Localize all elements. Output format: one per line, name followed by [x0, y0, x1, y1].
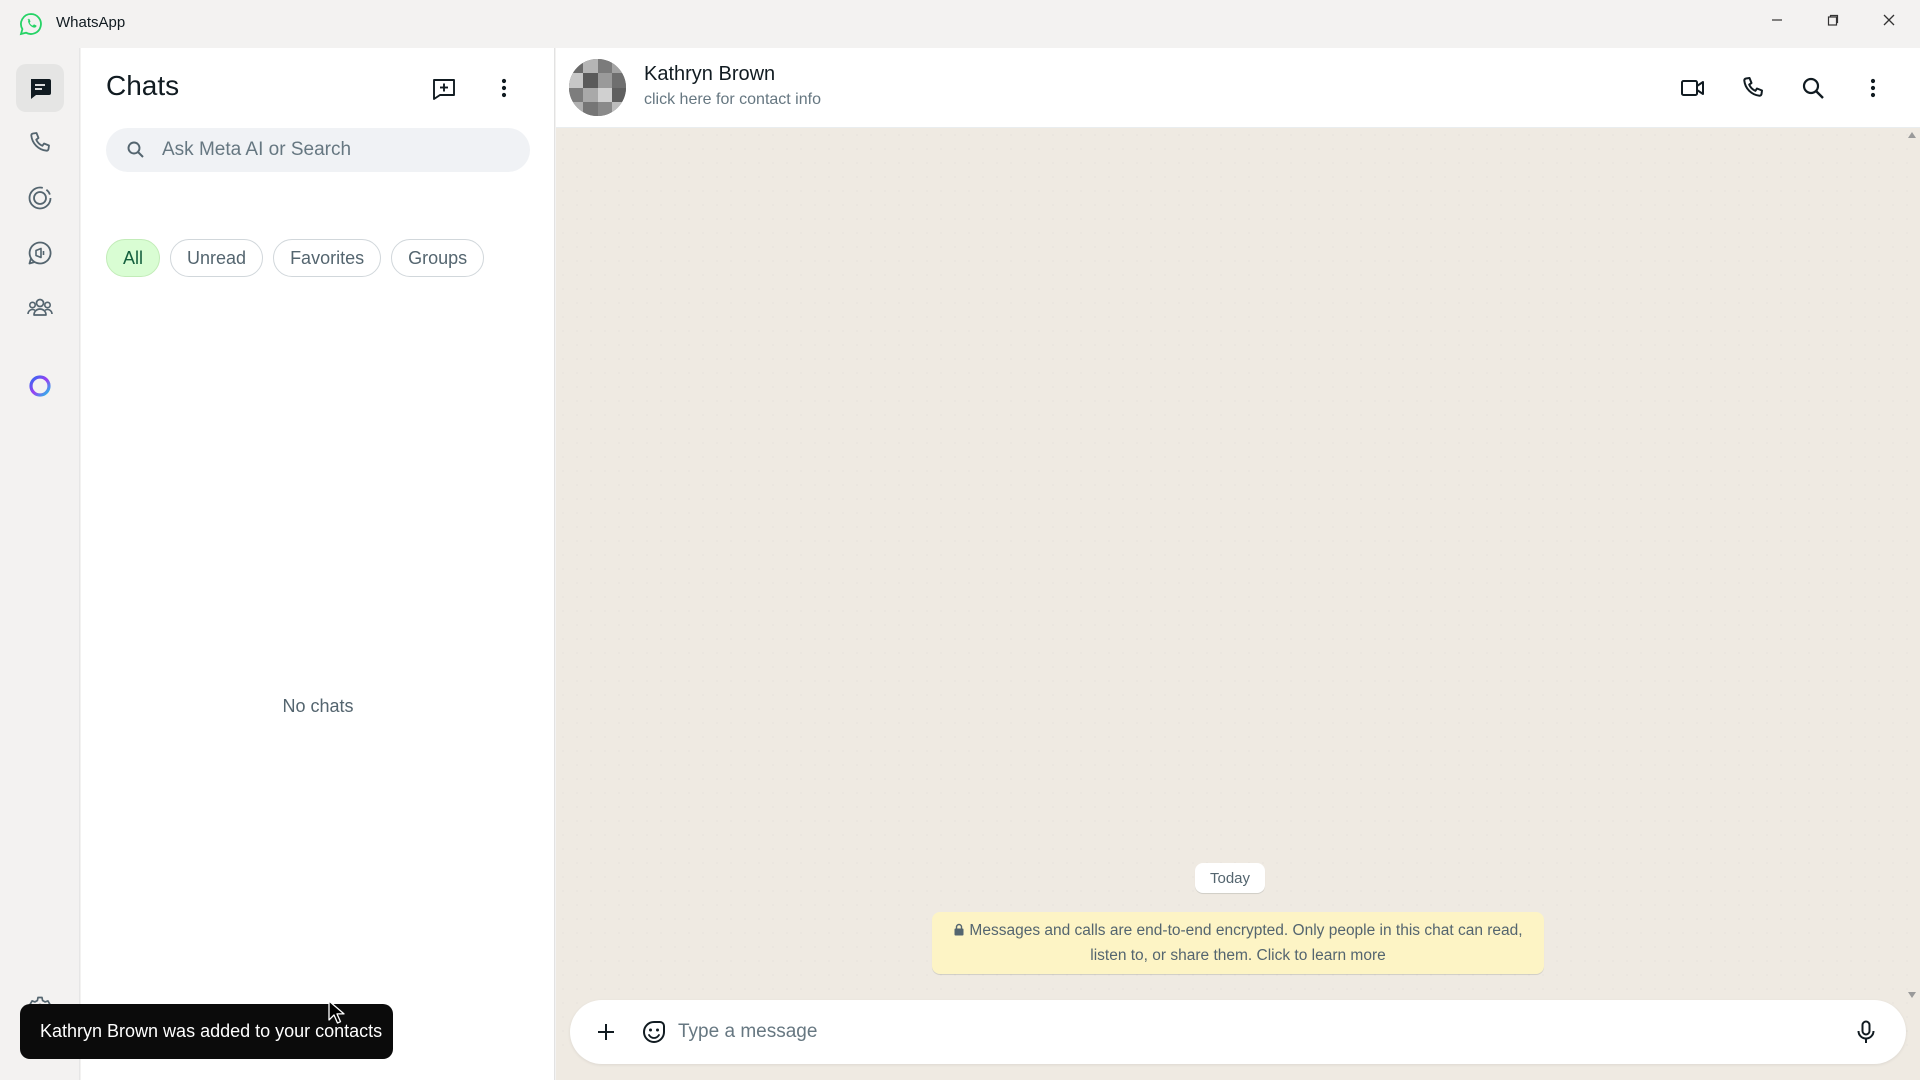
contact-info-link[interactable]: click here for contact info	[644, 91, 821, 109]
video-camera-icon	[1681, 80, 1704, 96]
contact-name[interactable]: Kathryn Brown	[644, 63, 775, 86]
plus-icon	[598, 1024, 614, 1040]
search-input[interactable]	[162, 128, 512, 172]
empty-state-text: No chats	[282, 696, 354, 716]
voice-message-button[interactable]	[1846, 1012, 1886, 1052]
voice-call-button[interactable]	[1733, 68, 1773, 108]
navigation-rail	[0, 48, 80, 1080]
rail-meta-ai-button[interactable]	[16, 362, 64, 410]
new-chat-icon	[433, 79, 455, 100]
search-icon	[1802, 77, 1824, 99]
restore-button[interactable]	[1805, 0, 1861, 40]
avatar[interactable]	[569, 59, 626, 116]
scroll-down-arrow[interactable]	[1908, 992, 1916, 998]
message-input[interactable]	[678, 1000, 1818, 1064]
lock-icon	[954, 923, 964, 936]
phone-icon	[1743, 77, 1763, 97]
rail-chats-button[interactable]	[16, 64, 64, 112]
title-bar: WhatsApp	[0, 0, 1920, 48]
close-icon	[1883, 14, 1895, 26]
sticker-button[interactable]	[634, 1012, 674, 1052]
app-title: WhatsApp	[56, 14, 126, 31]
rail-communities-button[interactable]	[16, 284, 64, 332]
sticker-icon	[643, 1021, 665, 1043]
rail-channels-button[interactable]	[16, 229, 64, 277]
attach-button[interactable]	[586, 1012, 626, 1052]
search-in-chat-button[interactable]	[1793, 68, 1833, 108]
filter-chip-unread[interactable]: Unread	[170, 239, 264, 277]
minimize-icon	[1772, 19, 1782, 21]
rail-calls-button[interactable]	[16, 119, 64, 167]
filter-chip-favorites[interactable]: Favorites	[273, 239, 382, 277]
microphone-icon	[1857, 1020, 1875, 1043]
close-button[interactable]	[1861, 0, 1917, 40]
search-icon	[127, 141, 144, 158]
filter-chip-groups[interactable]: Groups	[391, 239, 485, 277]
encryption-notice-line1: Messages and calls are end-to-end encryp…	[969, 922, 1523, 939]
meta-ai-icon	[29, 375, 51, 397]
video-call-button[interactable]	[1673, 68, 1713, 108]
whatsapp-logo-icon	[19, 13, 42, 36]
search-box[interactable]	[106, 128, 530, 172]
channels-icon	[28, 241, 52, 265]
conversation-panel: Kathryn Brown click here for contact inf…	[556, 48, 1920, 1080]
filter-chips: All Unread Favorites Groups	[106, 239, 485, 277]
mouse-cursor-icon	[328, 1000, 345, 1024]
phone-icon	[30, 132, 50, 152]
chat-icon	[31, 79, 51, 99]
minimize-button[interactable]	[1749, 0, 1805, 40]
status-icon	[28, 186, 52, 210]
chat-wallpaper	[556, 128, 1920, 1048]
avatar-image	[569, 59, 626, 116]
conversation-header[interactable]: Kathryn Brown click here for contact inf…	[556, 48, 1920, 128]
communities-icon	[27, 298, 53, 316]
restore-icon	[1827, 14, 1839, 26]
filter-chip-all[interactable]: All	[106, 239, 161, 277]
encryption-notice-line2: listen to, or share them. Click to learn…	[1090, 947, 1386, 964]
encryption-notice[interactable]: Messages and calls are end-to-end encryp…	[932, 912, 1544, 974]
conversation-menu-button[interactable]	[1853, 68, 1893, 108]
date-separator: Today	[1195, 863, 1266, 893]
chat-list-panel: Chats All Unread Favorites Groups No cha…	[81, 48, 555, 1080]
rail-status-button[interactable]	[16, 174, 64, 222]
more-vertical-icon	[1870, 78, 1876, 98]
more-vertical-icon	[501, 78, 507, 98]
message-composer	[570, 1000, 1906, 1064]
new-chat-button[interactable]	[424, 68, 464, 108]
chats-title: Chats	[106, 70, 180, 101]
chatlist-menu-button[interactable]	[484, 68, 524, 108]
scroll-up-arrow[interactable]	[1908, 132, 1916, 138]
